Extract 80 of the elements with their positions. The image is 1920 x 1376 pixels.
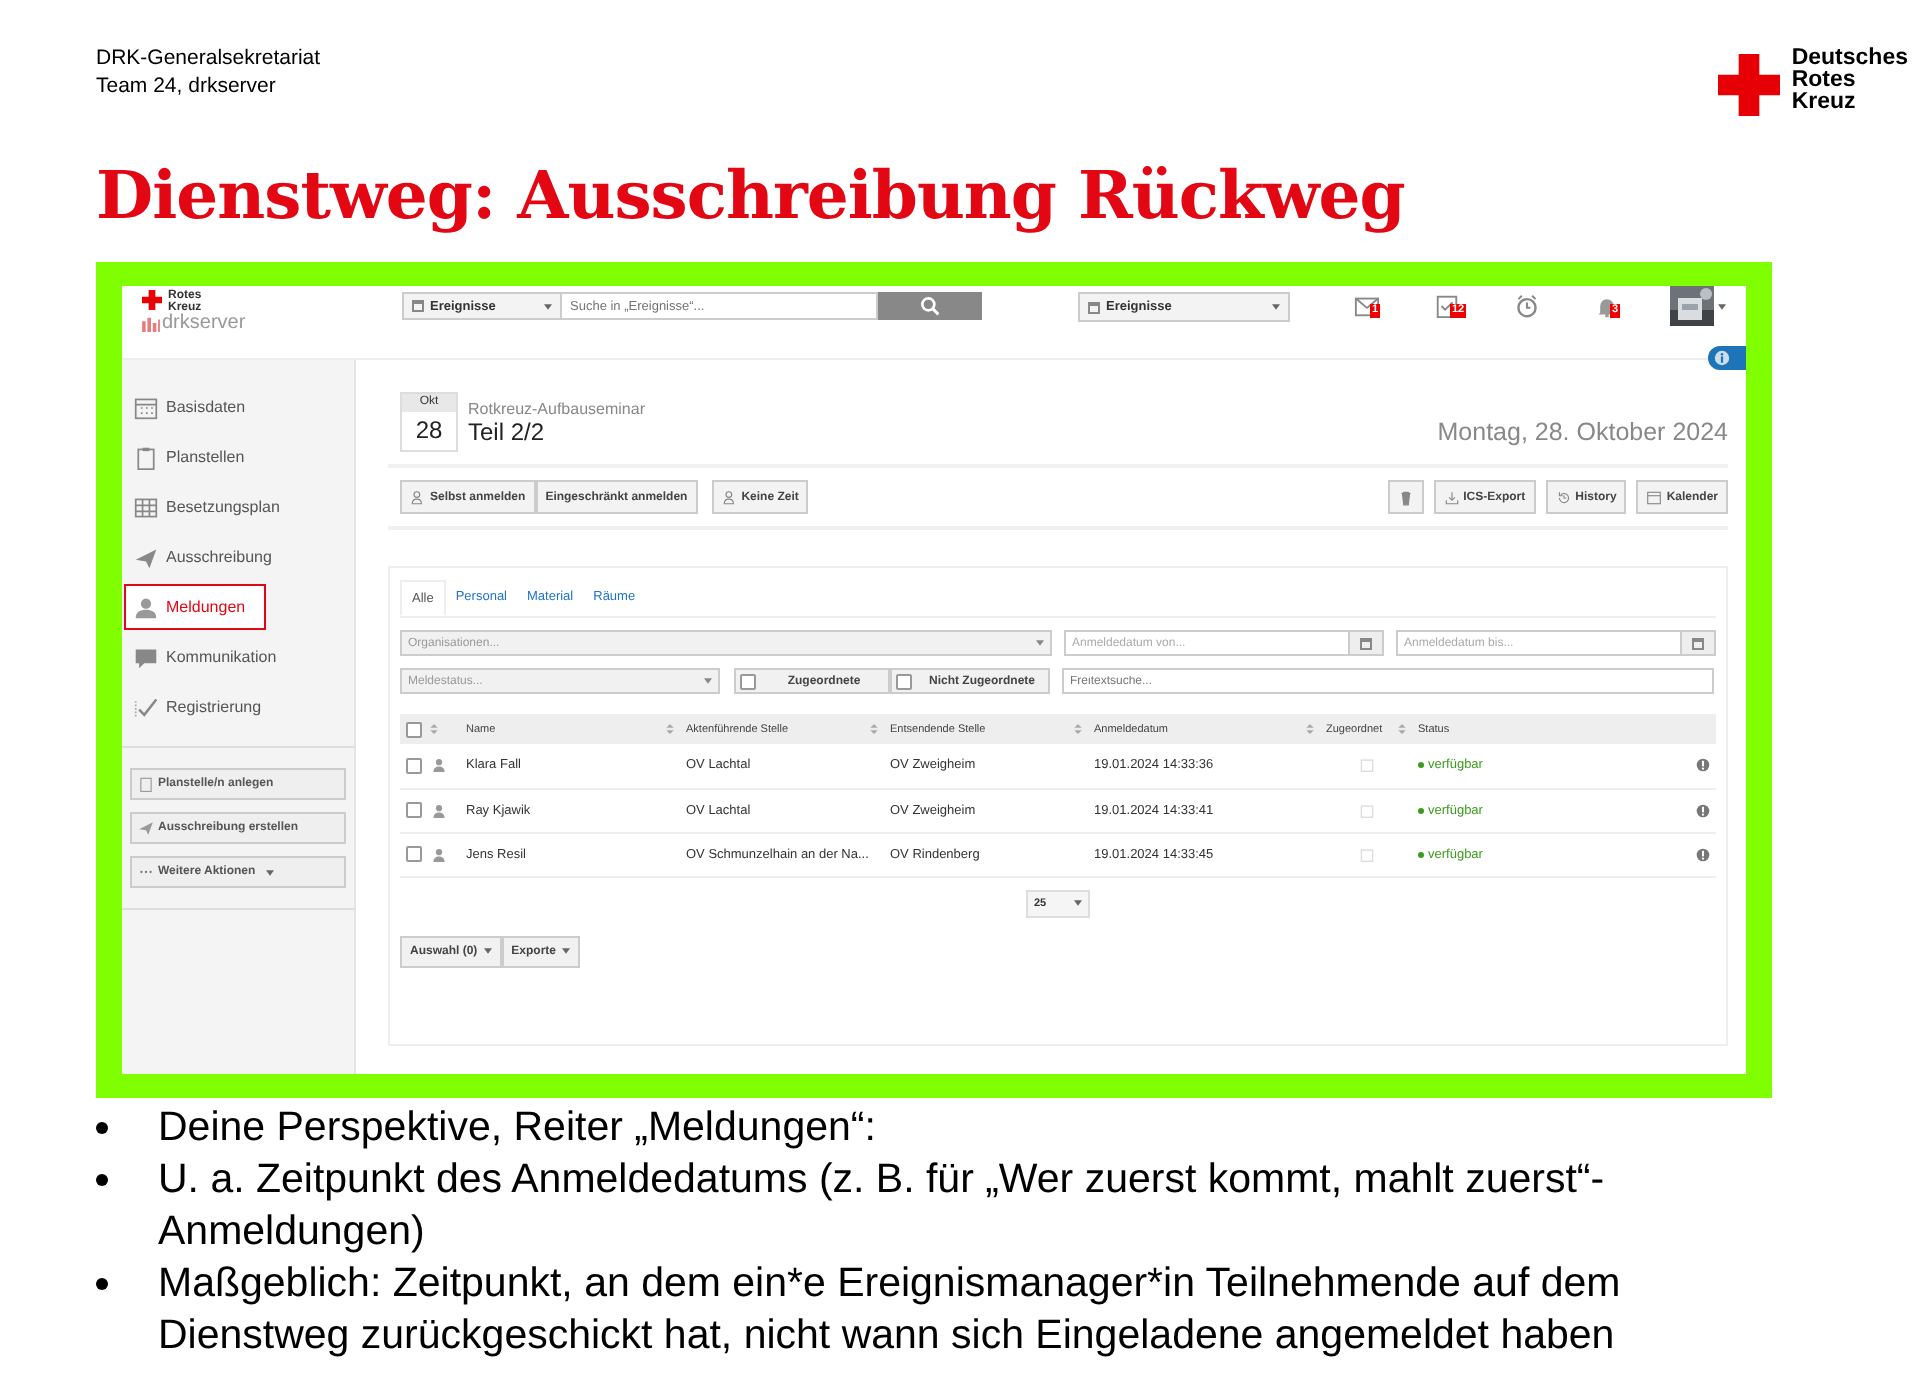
clipboard-icon <box>134 445 158 469</box>
sidebar-item[interactable]: Planstellen <box>124 434 352 480</box>
download-icon <box>1443 489 1460 505</box>
caret-icon <box>704 678 712 684</box>
bullet-text: Maßgeblich: Zeitpunkt, an dem ein*e Ereignismanager*in Teilnehmende auf dem Dienstweg zurückgeschickt hat, nicht wann sich Eingeladene angemeldet haben <box>158 1258 1623 1362</box>
calendar-icon <box>1359 847 1373 861</box>
calendar-icon <box>134 395 158 419</box>
alarm-clock-icon <box>1514 294 1540 318</box>
select-all-checkbox[interactable] <box>406 721 422 737</box>
sort-icon[interactable] <box>1074 724 1082 734</box>
caret-icon <box>562 948 571 954</box>
sidebar-item[interactable]: Ausschreibung <box>124 534 352 580</box>
checkmark-icon <box>134 695 158 719</box>
info-icon <box>1714 350 1730 366</box>
event-title: Teil 2/2 <box>468 418 547 446</box>
checkbox[interactable] <box>740 673 756 689</box>
caret-icon <box>1074 900 1082 906</box>
bar-chart-icon <box>142 316 160 332</box>
logo-text: Kreuz <box>1791 92 1858 114</box>
bullet-icon <box>96 1278 108 1290</box>
sidebar-item[interactable]: Registrierung <box>124 684 352 730</box>
calendar-icon <box>1359 803 1373 817</box>
row-checkbox[interactable] <box>406 757 422 774</box>
checkbox[interactable] <box>896 673 912 689</box>
logo-text: Rotes <box>1791 70 1858 92</box>
person-icon <box>432 803 446 817</box>
person-icon <box>134 595 158 619</box>
info-icon[interactable] <box>1696 803 1710 817</box>
help-tab[interactable] <box>1708 346 1746 370</box>
day-text: 28 <box>415 414 443 448</box>
sort-icon[interactable] <box>430 724 438 734</box>
search-icon <box>920 296 940 316</box>
info-icon[interactable] <box>1696 758 1710 773</box>
cross-icon <box>1717 54 1780 116</box>
clipboard-icon <box>138 776 154 792</box>
caret-icon <box>483 948 492 954</box>
slide-title: Dienstweg: Ausschreibung Rückweg <box>96 156 1407 238</box>
caret-icon <box>1036 640 1044 646</box>
sidebar-item[interactable]: Basisdaten <box>124 384 352 430</box>
trash-icon <box>1397 489 1414 505</box>
caret-icon <box>265 869 274 875</box>
event-date: Montag, 28. Oktober 2024 <box>1437 418 1728 450</box>
team-text: Team 24, drkserver <box>96 72 278 100</box>
row-checkbox[interactable] <box>406 846 422 862</box>
bullet-text: U. a. Zeitpunkt des Anmeldedatums (z. B. für „Wer zuerst kommt, mahlt zuerst“-Anmeldungen) <box>158 1154 1607 1258</box>
sort-icon[interactable] <box>666 724 674 734</box>
chat-icon <box>134 645 158 669</box>
person-icon <box>410 489 426 505</box>
caret-icon <box>1272 304 1280 310</box>
sort-icon[interactable] <box>1306 724 1314 734</box>
person-icon <box>432 758 446 773</box>
event-category: Rotkreuz-Aufbauseminar <box>468 400 645 418</box>
person-icon <box>721 489 738 505</box>
calendar-icon <box>1359 758 1373 773</box>
person-icon <box>432 847 446 861</box>
bullet-text: Deine Perspektive, Reiter „Meldungen“: <box>158 1102 876 1154</box>
caret-icon <box>544 303 552 309</box>
bullet-icon <box>96 1174 108 1186</box>
sort-icon[interactable] <box>1398 724 1406 734</box>
row-checkbox[interactable] <box>406 802 422 818</box>
sidebar-item[interactable]: Meldungen <box>124 584 266 630</box>
sidebar-item[interactable]: Kommunikation <box>124 634 352 680</box>
search-button[interactable] <box>878 292 982 320</box>
sidebar-item[interactable]: Besetzungsplan <box>124 484 352 530</box>
delete-button[interactable] <box>1387 480 1424 514</box>
cross-icon <box>142 290 162 310</box>
envelope-icon <box>1354 294 1380 318</box>
sort-icon[interactable] <box>870 724 878 734</box>
paper-plane-icon <box>134 545 158 569</box>
caret-icon[interactable] <box>1718 303 1726 309</box>
clipboard-check-icon <box>1434 294 1460 318</box>
logo-text: Deutsches <box>1791 48 1908 70</box>
calendar-icon <box>1646 489 1663 505</box>
bullet-icon <box>96 1122 108 1134</box>
product-name: drkserver <box>162 314 246 334</box>
paper-plane-icon <box>138 820 154 836</box>
grid-icon <box>134 495 158 519</box>
info-icon[interactable] <box>1696 847 1710 861</box>
organisation-text: DRK-Generalsekretariat <box>96 44 321 72</box>
history-icon <box>1555 489 1572 505</box>
